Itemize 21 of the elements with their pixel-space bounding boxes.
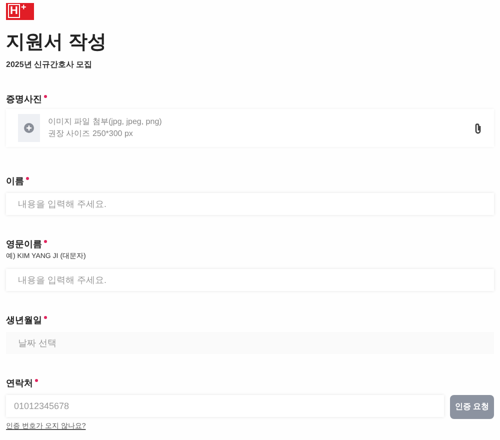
field-label: 이름 <box>6 175 24 187</box>
logo-letter: H <box>8 4 20 18</box>
logo[interactable]: H + <box>6 3 34 20</box>
photo-slot[interactable] <box>18 114 40 142</box>
field-label: 생년월일 <box>6 314 42 326</box>
paperclip-icon[interactable] <box>474 122 482 134</box>
upload-area[interactable]: 이미지 파일 첨부(jpg, jpeg, png) 권장 사이즈 250*300 px <box>6 109 494 147</box>
field-label: 연락처 <box>6 377 33 389</box>
input-field[interactable]: 내용을 입력해 주세요. <box>6 193 494 215</box>
plus-icon <box>24 123 34 133</box>
logo-mark: + <box>20 3 26 12</box>
upload-hint: 권장 사이즈 250*300 px <box>48 128 134 140</box>
page-title: 지원서 작성 <box>6 31 108 55</box>
page-subtitle: 2025년 신규간호사 모집 <box>6 59 94 71</box>
field-label: 영문이름 <box>6 238 42 250</box>
upload-hint: 이미지 파일 첨부(jpg, jpeg, png) <box>48 116 163 128</box>
phone-field[interactable]: 01012345678 <box>6 395 444 417</box>
field-label: 증명사진 <box>6 93 42 105</box>
date-field[interactable]: 날짜 선택 <box>6 332 494 354</box>
verify-button[interactable]: 인증 요청 <box>450 395 494 419</box>
input-field[interactable]: 내용을 입력해 주세요. <box>6 269 494 291</box>
